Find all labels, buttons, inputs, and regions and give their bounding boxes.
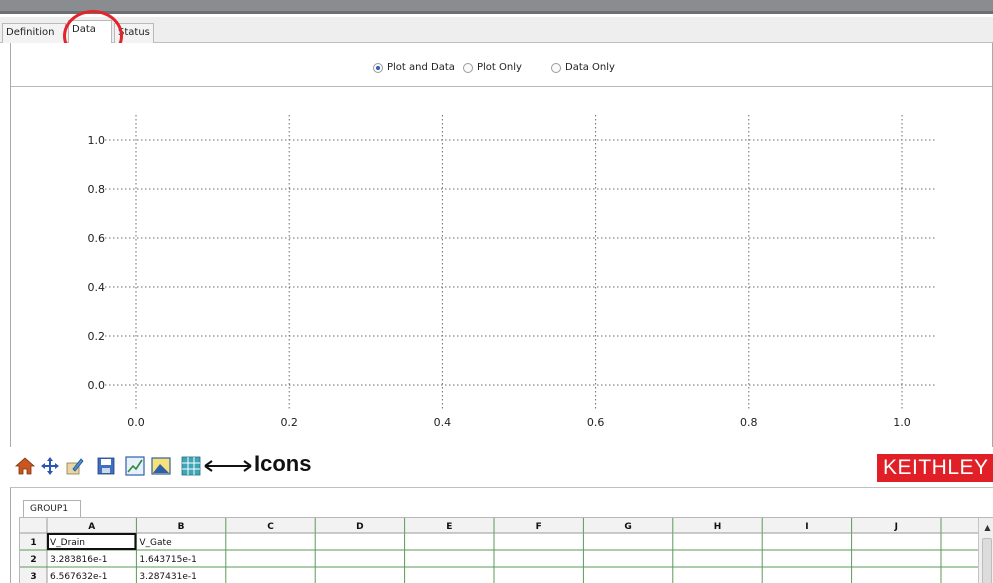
plot-toolbar [0, 447, 993, 487]
spreadsheet: A B C D E F G H I J 1 V_Drain V_Gate 2 3.283816e-1 1.64… [19, 517, 993, 583]
x-tick-label: 1.0 [893, 416, 911, 429]
y-tick-label: 0.4 [88, 281, 106, 294]
data-plot[interactable]: 0.0 0.2 0.4 0.6 0.8 1.0 0.0 0.2 0.4 0.6 0.8 1.0 [11, 43, 993, 455]
icons-annotation-label: Icons [254, 451, 312, 476]
y-tick-label: 0.2 [88, 330, 106, 343]
table-cell[interactable]: V_Drain [50, 538, 85, 548]
column-header-e[interactable]: E [446, 522, 452, 532]
column-header-f[interactable]: F [536, 522, 542, 532]
x-tick-label: 0.0 [127, 416, 145, 429]
table-cell[interactable]: 6.567632e-1 [50, 572, 107, 582]
move-icon[interactable] [39, 455, 61, 477]
spreadsheet-grid[interactable]: A B C D E F G H I J 1 V_Drain V_Gate 2 3.283816e-1 1.64… [20, 518, 978, 583]
keithley-logo: KEITHLEY [877, 454, 993, 482]
column-header-j[interactable]: J [894, 522, 898, 532]
table-icon[interactable] [180, 455, 202, 477]
x-tick-label: 0.2 [280, 416, 298, 429]
x-tick-label: 0.4 [434, 416, 452, 429]
table-cell[interactable]: V_Gate [139, 538, 172, 548]
edit-icon[interactable] [64, 455, 86, 477]
row-number[interactable]: 3 [30, 572, 36, 582]
column-header-h[interactable]: H [714, 522, 722, 532]
table-cell[interactable]: 1.643715e-1 [139, 555, 196, 565]
row-number[interactable]: 1 [30, 538, 36, 548]
y-tick-label: 0.6 [88, 232, 106, 245]
window-title-bar [0, 0, 993, 14]
save-icon[interactable] [95, 455, 117, 477]
y-tick-label: 0.8 [88, 183, 106, 196]
y-tick-label: 0.0 [88, 379, 106, 392]
chart-icon[interactable] [124, 455, 146, 477]
row-number[interactable]: 2 [30, 555, 36, 565]
column-header-d[interactable]: D [356, 522, 363, 532]
table-cell[interactable]: 3.283816e-1 [50, 555, 107, 565]
column-header-g[interactable]: G [624, 522, 631, 532]
column-header-a[interactable]: A [88, 522, 95, 532]
column-header-row [20, 518, 978, 533]
vertical-scrollbar[interactable]: ▲ [978, 518, 993, 583]
scroll-up-arrow-icon[interactable]: ▲ [979, 522, 993, 534]
image-icon[interactable] [150, 455, 172, 477]
column-header-i[interactable]: I [805, 522, 808, 532]
tab-strip: Definition Data Status [0, 17, 993, 44]
x-tick-label: 0.6 [587, 416, 605, 429]
scrollbar-thumb[interactable] [982, 538, 992, 583]
data-sheet-area: GROUP1 A B C D E F G H I J 1 V_Drain V_Gate 2 3.283816… [10, 487, 993, 583]
home-icon[interactable] [14, 455, 36, 477]
tab-group1[interactable]: GROUP1 [23, 500, 81, 518]
y-tick-label: 1.0 [88, 134, 106, 147]
tab-definition[interactable]: Definition [2, 23, 66, 43]
column-header-b[interactable]: B [178, 522, 185, 532]
double-arrow-icon [204, 460, 252, 472]
column-header-c[interactable]: C [267, 522, 274, 532]
plot-panel: Plot and Data Plot Only Data Only 0.0 0.2… [10, 43, 993, 455]
table-cell[interactable]: 3.287431e-1 [139, 572, 196, 582]
x-tick-label: 0.8 [740, 416, 758, 429]
